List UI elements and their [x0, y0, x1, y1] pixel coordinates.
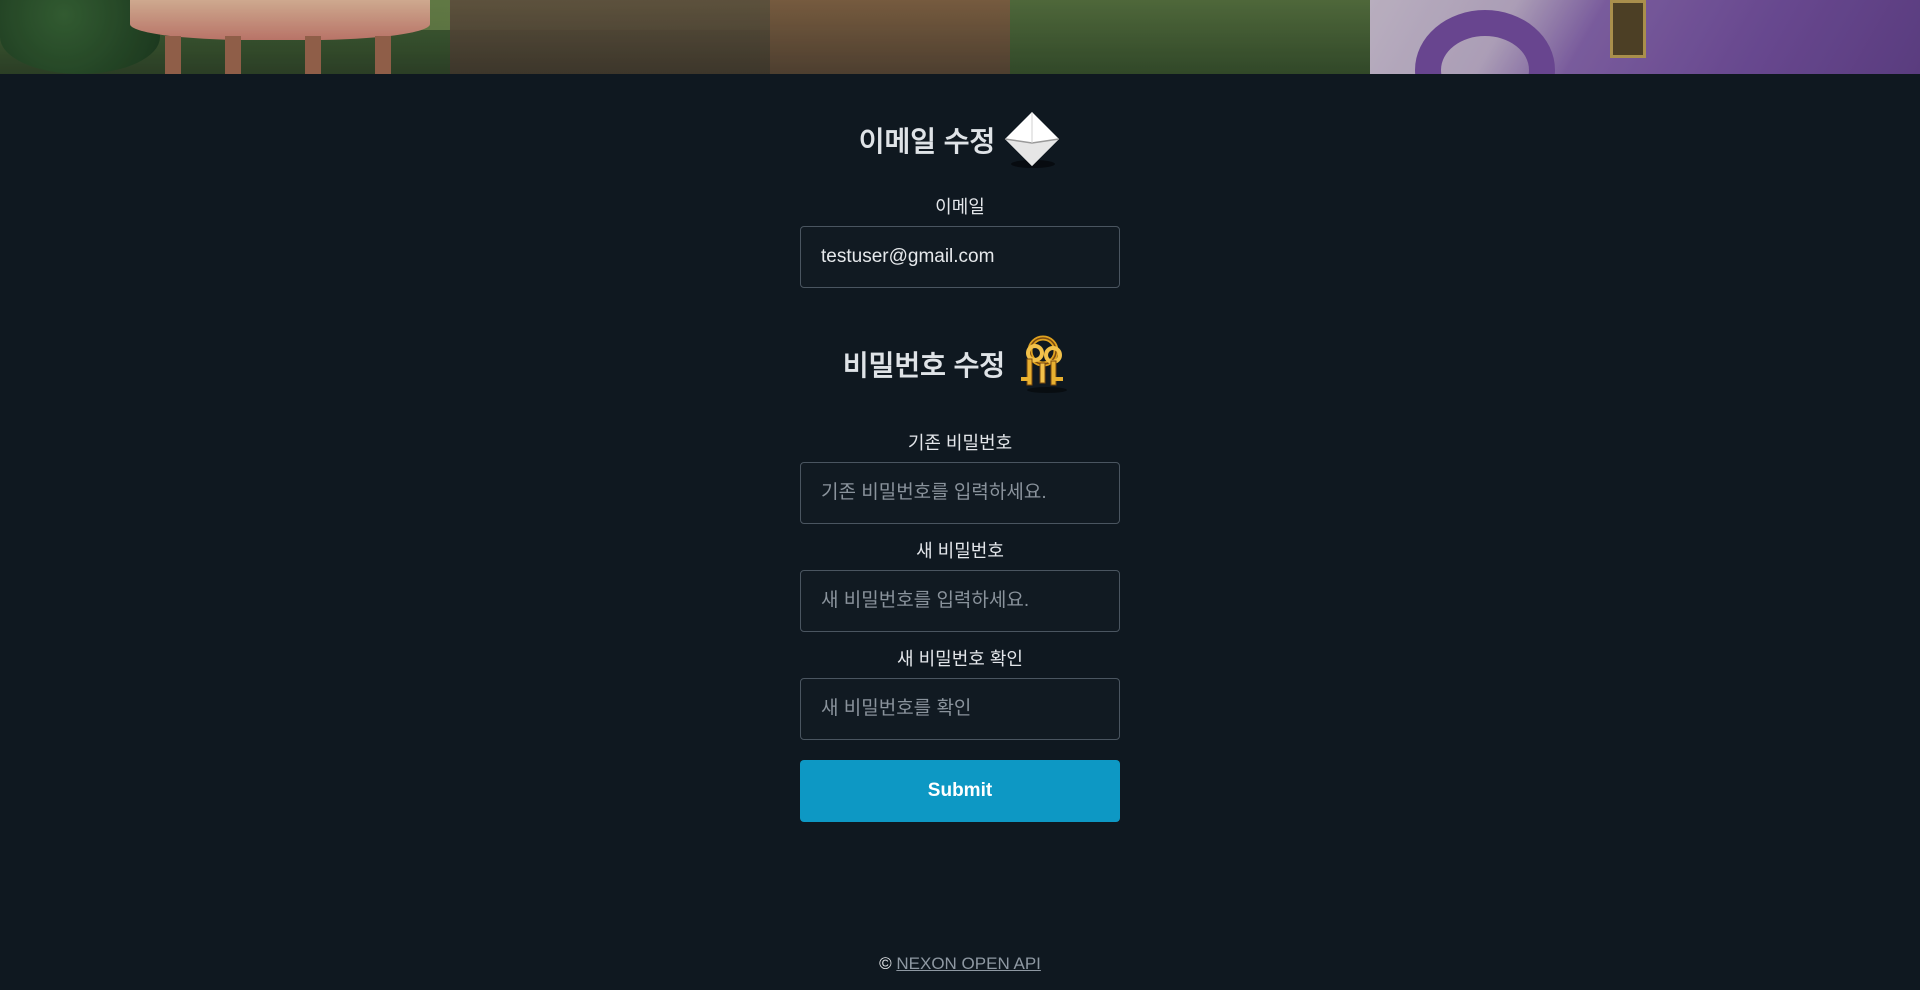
confirm-password-field[interactable]: [800, 678, 1120, 740]
submit-button[interactable]: Submit: [800, 760, 1120, 822]
email-field[interactable]: [800, 226, 1120, 288]
nexon-open-api-link[interactable]: NEXON OPEN API: [896, 954, 1041, 973]
footer: © NEXON OPEN API: [0, 954, 1920, 974]
account-edit-form: 이메일 수정 이메일 비밀번호 수정: [800, 110, 1120, 822]
copyright-symbol: ©: [879, 954, 892, 973]
new-password-field[interactable]: [800, 570, 1120, 632]
password-section-title: 비밀번호 수정: [843, 332, 1077, 396]
current-password-label: 기존 비밀번호: [907, 433, 1013, 453]
confirm-password-label: 새 비밀번호 확인: [897, 649, 1023, 669]
email-section-title: 이메일 수정: [859, 110, 1062, 170]
header-banner-image: [0, 0, 1920, 74]
current-password-field[interactable]: [800, 462, 1120, 524]
password-section-title-text: 비밀번호 수정: [842, 350, 1006, 381]
envelope-icon: [1003, 110, 1061, 170]
new-password-label: 새 비밀번호: [916, 541, 1004, 561]
email-section-title-text: 이메일 수정: [858, 126, 996, 157]
keys-icon: [1013, 333, 1077, 395]
email-label: 이메일: [935, 197, 985, 217]
